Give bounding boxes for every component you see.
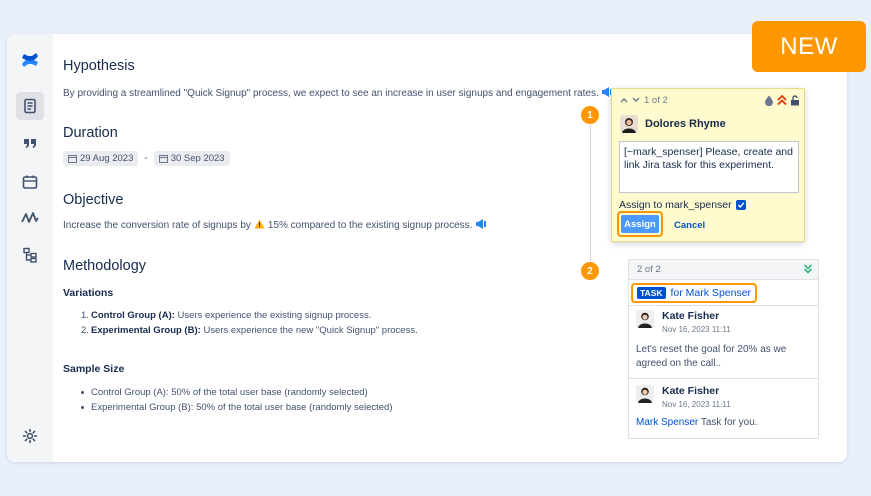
end-date: 30 Sep 2023: [170, 153, 225, 164]
comment-nav: 1 of 2: [620, 95, 668, 106]
chevron-up-icon[interactable]: [620, 95, 628, 106]
priority-highest-icon[interactable]: [777, 93, 787, 111]
methodology-heading: Methodology: [63, 258, 147, 274]
step-2-marker: 2: [581, 262, 599, 280]
list-item: Experimental Group (B): 50% of the total…: [63, 400, 393, 415]
step-connector: [590, 125, 591, 261]
sample-size-heading: Sample Size: [63, 363, 125, 375]
warning-icon: [254, 219, 265, 232]
author-name: Kate Fisher: [662, 310, 720, 322]
task-link[interactable]: TASK for Mark Spenser: [631, 283, 758, 303]
hypothesis-heading: Hypothesis: [63, 58, 135, 74]
assign-checkbox[interactable]: [735, 200, 746, 210]
page-icon[interactable]: [16, 92, 44, 120]
comment-thread-popup: 2 of 2 TASK for Mark Spenser Kate Fisher…: [628, 259, 819, 439]
chevron-down-icon[interactable]: [632, 95, 640, 106]
sidebar: [7, 34, 53, 462]
avatar: [636, 385, 654, 403]
analytics-icon[interactable]: [16, 204, 44, 232]
comment-counter: 1 of 2: [644, 95, 668, 106]
avatar: [620, 115, 638, 133]
user-mention-link[interactable]: Mark Spenser: [636, 417, 698, 428]
start-date-lozenge[interactable]: 29 Aug 2023: [63, 151, 139, 166]
thread-counter: 2 of 2: [637, 264, 661, 275]
hypothesis-text: By providing a streamlined "Quick Signup…: [63, 88, 599, 99]
variations-list: 1. Control Group (A): Users experience th…: [63, 308, 418, 338]
duration-dates: 29 Aug 2023 - 30 Sep 2023: [63, 151, 230, 166]
comment-time: Nov 16, 2023 11:11: [662, 325, 731, 334]
assign-button[interactable]: Assign: [617, 211, 663, 237]
sample-size-list: Control Group (A): 50% of the total user…: [63, 385, 393, 415]
list-item: 1. Control Group (A): Users experience th…: [81, 310, 372, 321]
divider: [629, 378, 818, 379]
assign-button-label: Assign: [621, 215, 659, 233]
assign-to-row: Assign to mark_spenser: [619, 199, 746, 211]
confluence-logo-icon[interactable]: [16, 46, 44, 74]
comment-text: Mark Spenser Task for you.: [636, 417, 758, 428]
author-name: Kate Fisher: [662, 385, 720, 397]
objective-heading: Objective: [63, 192, 124, 208]
comment-time: Nov 16, 2023 11:11: [662, 400, 731, 409]
quote-icon[interactable]: [16, 129, 44, 157]
calendar-icon[interactable]: [16, 168, 44, 196]
step-1-marker: 1: [581, 106, 599, 124]
assign-to-label: Assign to mark_spenser: [619, 199, 732, 211]
list-item: 2. Experimental Group (B): Users experien…: [81, 325, 418, 336]
new-badge: NEW: [752, 21, 866, 72]
date-separator: -: [144, 153, 148, 164]
end-date-lozenge[interactable]: 30 Sep 2023: [153, 151, 230, 166]
objective-text-row: Increase the conversion rate of signups …: [63, 218, 487, 233]
double-chevron-down-icon[interactable]: [803, 263, 813, 278]
hypothesis-text-row: By providing a streamlined "Quick Signup…: [63, 86, 613, 101]
comment-editor-popup: 1 of 2 Dolores Rhyme [~mark_spenser] Ple…: [611, 88, 805, 242]
task-lozenge: TASK: [637, 287, 666, 299]
gear-icon[interactable]: [16, 422, 44, 450]
comment-text: Let's reset the goal for 20% as we agree…: [636, 344, 787, 369]
comment-author: Kate Fisher Nov 16, 2023 11:11: [636, 385, 731, 409]
inline-comment-marker-icon[interactable]: [475, 218, 487, 233]
drop-icon[interactable]: [764, 93, 774, 111]
unlock-icon[interactable]: [790, 93, 800, 111]
variations-heading: Variations: [63, 287, 114, 299]
page-content: Hypothesis By providing a streamlined "Q…: [63, 34, 612, 462]
start-date: 29 Aug 2023: [80, 153, 134, 164]
date-calendar-icon: [68, 155, 77, 163]
tree-icon[interactable]: [16, 241, 44, 269]
thread-header: 2 of 2: [629, 260, 818, 280]
cancel-button[interactable]: Cancel: [674, 220, 705, 231]
objective-text-before: Increase the conversion rate of signups …: [63, 220, 251, 231]
comment-author: Dolores Rhyme: [620, 115, 726, 133]
comment-textarea[interactable]: [~mark_spenser] Please, create and link …: [619, 141, 799, 193]
author-name: Dolores Rhyme: [645, 118, 726, 130]
avatar: [636, 310, 654, 328]
comment-tools: [764, 93, 800, 111]
duration-heading: Duration: [63, 125, 118, 141]
comment-author: Kate Fisher Nov 16, 2023 11:11: [636, 310, 731, 334]
divider: [629, 305, 818, 306]
task-assignee: for Mark Spenser: [670, 287, 752, 299]
objective-text-after: 15% compared to the existing signup proc…: [267, 220, 473, 231]
date-calendar-icon: [158, 155, 168, 163]
list-item: Control Group (A): 50% of the total user…: [63, 385, 393, 400]
